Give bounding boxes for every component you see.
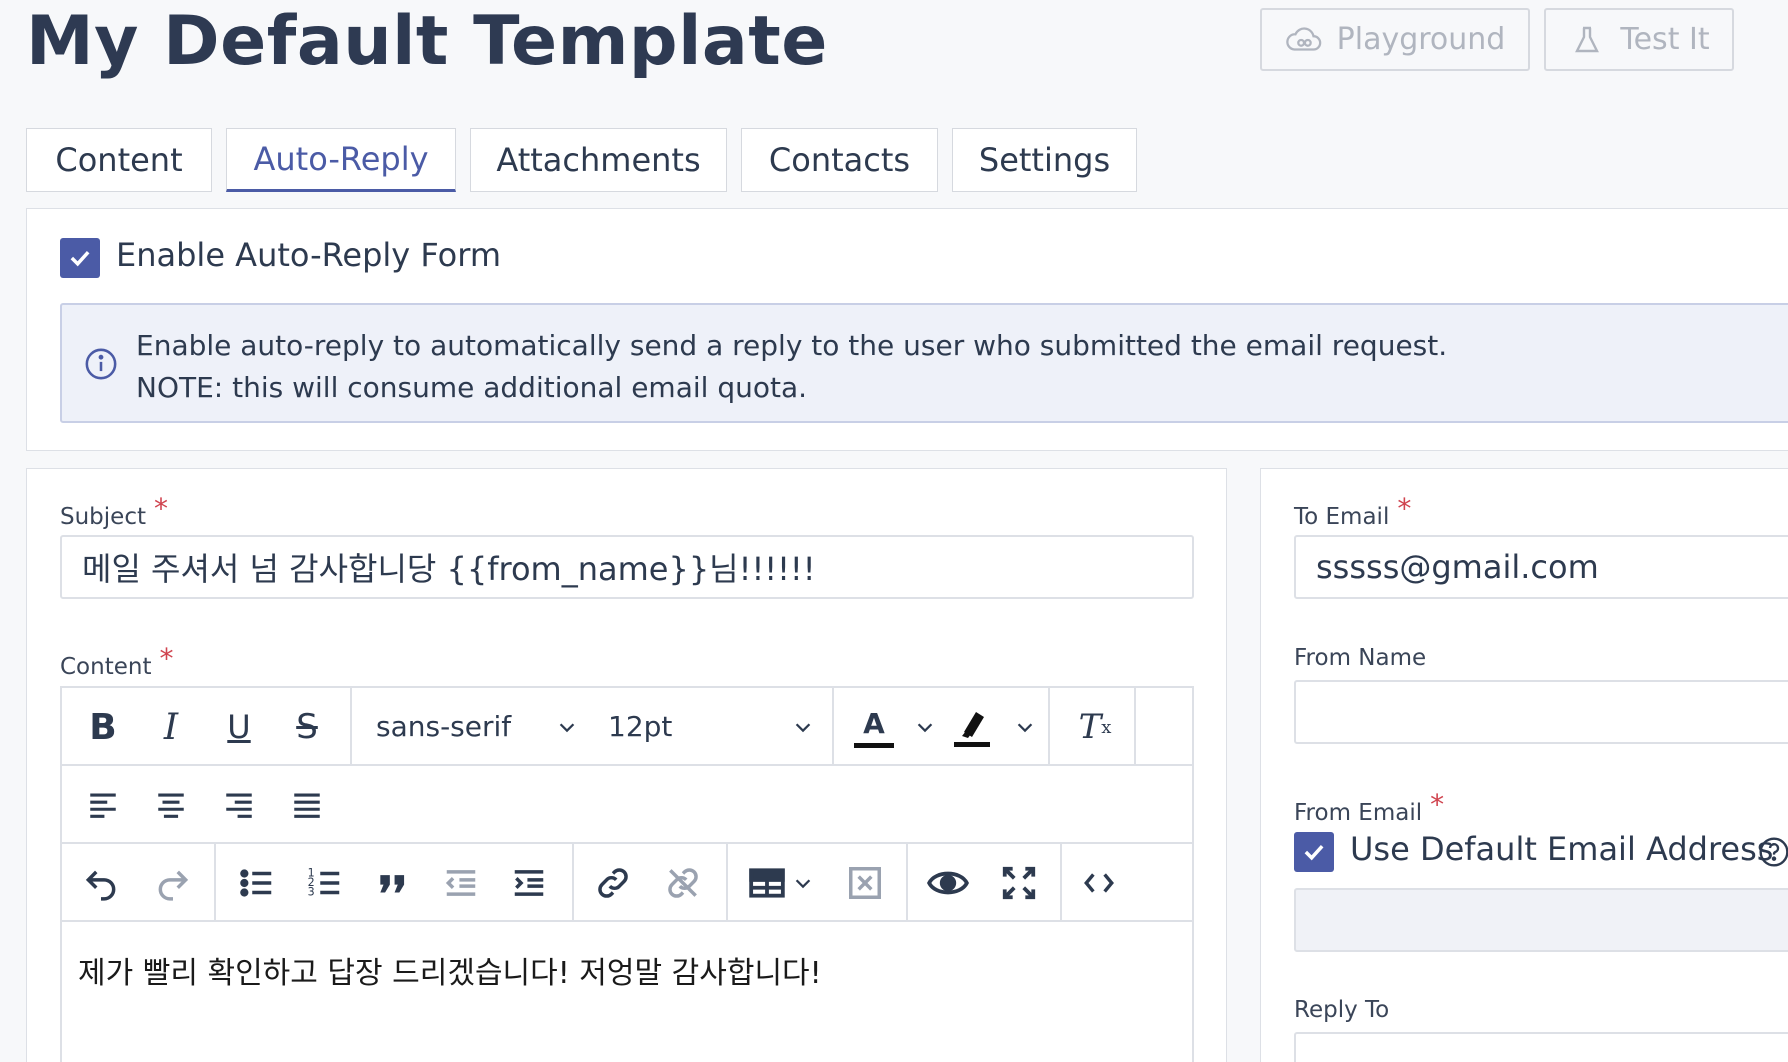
source-code-icon[interactable]: [1080, 866, 1118, 900]
strikethrough-icon[interactable]: S: [282, 702, 332, 752]
italic-icon[interactable]: I: [146, 702, 196, 752]
list-group: 123: [216, 844, 574, 920]
page-title: My Default Template: [26, 2, 828, 81]
content-label: Content *: [60, 642, 174, 680]
flask-icon: [1575, 26, 1600, 52]
clear-formatting-icon[interactable]: Tx: [1070, 702, 1120, 752]
required-mark: *: [1430, 788, 1445, 821]
from-name-label: From Name: [1294, 645, 1427, 671]
toolbar-row-1: B I U S sans-serif 12pt A Tx: [62, 688, 1192, 766]
link-group: [574, 844, 728, 920]
outdent-icon[interactable]: [442, 864, 480, 902]
use-default-email-label: Use Default Email Address: [1350, 830, 1774, 868]
tab-contacts[interactable]: Contacts: [741, 128, 938, 192]
playground-button[interactable]: Playground: [1260, 8, 1530, 71]
history-group: [62, 844, 216, 920]
from-email-label: From Email *: [1294, 788, 1445, 826]
font-size-select[interactable]: 12pt: [608, 710, 672, 743]
fullscreen-icon[interactable]: [1000, 864, 1038, 902]
editor-body-text[interactable]: 제가 빨리 확인하고 답장 드리겠습니다! 저엉말 감사합니다!: [78, 948, 822, 992]
content-editor[interactable]: B I U S sans-serif 12pt A Tx 1 2 3 제가 빨리…: [60, 686, 1194, 1062]
info-text-line1: Enable auto-reply to automatically send …: [136, 329, 1448, 362]
tab-bar: Content Auto-Reply Attachments Contacts …: [26, 128, 1137, 192]
numbered-list-icon[interactable]: 123: [306, 864, 344, 902]
chevron-down-icon[interactable]: [792, 716, 814, 738]
to-email-input[interactable]: sssss@gmail.com: [1294, 535, 1788, 599]
font-family-select[interactable]: sans-serif: [376, 710, 511, 743]
indent-icon[interactable]: [510, 864, 548, 902]
chevron-down-icon[interactable]: [1014, 716, 1036, 738]
tab-attachments[interactable]: Attachments: [470, 128, 727, 192]
chevron-down-icon[interactable]: [556, 716, 578, 738]
bold-icon[interactable]: B: [78, 702, 128, 752]
svg-text:3: 3: [308, 886, 315, 899]
align-center-icon[interactable]: [154, 788, 188, 822]
chevron-down-icon[interactable]: [914, 716, 936, 738]
info-text-line2: NOTE: this will consume additional email…: [136, 371, 808, 404]
use-default-email-checkbox[interactable]: [1294, 832, 1334, 872]
format-group: B I U S: [62, 688, 352, 764]
required-mark: *: [153, 492, 168, 525]
text-color-icon[interactable]: A: [854, 704, 894, 748]
reply-to-label: Reply To: [1294, 997, 1390, 1023]
view-group: [908, 844, 1062, 920]
link-icon[interactable]: [594, 864, 632, 902]
font-group: sans-serif 12pt: [352, 688, 834, 764]
reply-to-input[interactable]: [1294, 1032, 1788, 1062]
preview-icon[interactable]: [926, 864, 970, 902]
chevron-down-icon[interactable]: [792, 872, 814, 894]
table-group: [728, 844, 908, 920]
test-it-button[interactable]: Test It: [1544, 8, 1734, 71]
checkmark-icon: [70, 250, 90, 267]
enable-autoreply-checkbox[interactable]: [60, 238, 100, 278]
info-banner: Enable auto-reply to automatically send …: [60, 303, 1788, 423]
playground-label: Playground: [1336, 22, 1506, 57]
help-icon[interactable]: [1758, 836, 1788, 868]
tab-auto-reply[interactable]: Auto-Reply: [226, 128, 456, 192]
info-icon: [85, 348, 117, 380]
to-email-label: To Email *: [1294, 492, 1412, 530]
required-mark: *: [159, 642, 174, 675]
subject-label: Subject *: [60, 492, 168, 530]
quote-icon[interactable]: [374, 864, 412, 902]
delete-table-icon[interactable]: [846, 864, 884, 902]
color-group: A: [834, 688, 1050, 764]
bullet-list-icon[interactable]: [238, 864, 276, 902]
toolbar-row-3: 123: [62, 844, 1192, 922]
undo-icon[interactable]: [82, 864, 120, 902]
from-name-input[interactable]: [1294, 680, 1788, 744]
table-icon[interactable]: [748, 864, 786, 902]
toolbar-row-2: [62, 766, 1192, 844]
required-mark: *: [1397, 492, 1412, 525]
test-it-label: Test It: [1620, 22, 1710, 57]
subject-input[interactable]: 메일 주셔서 넘 감사합니당 {{from_name}}님!!!!!!: [60, 535, 1194, 599]
from-email-input: [1294, 888, 1788, 952]
underline-icon[interactable]: U: [214, 702, 264, 752]
redo-icon[interactable]: [154, 864, 192, 902]
cloud-icon: [1285, 26, 1321, 51]
tab-settings[interactable]: Settings: [952, 128, 1137, 192]
highlight-color-icon[interactable]: [952, 704, 992, 748]
clear-format-group: Tx: [1050, 688, 1136, 764]
enable-autoreply-label: Enable Auto-Reply Form: [116, 236, 502, 274]
checkmark-icon: [1304, 844, 1324, 861]
unlink-icon[interactable]: [664, 864, 702, 902]
align-justify-icon[interactable]: [290, 788, 324, 822]
align-left-icon[interactable]: [86, 788, 120, 822]
align-right-icon[interactable]: [222, 788, 256, 822]
tab-content[interactable]: Content: [26, 128, 212, 192]
